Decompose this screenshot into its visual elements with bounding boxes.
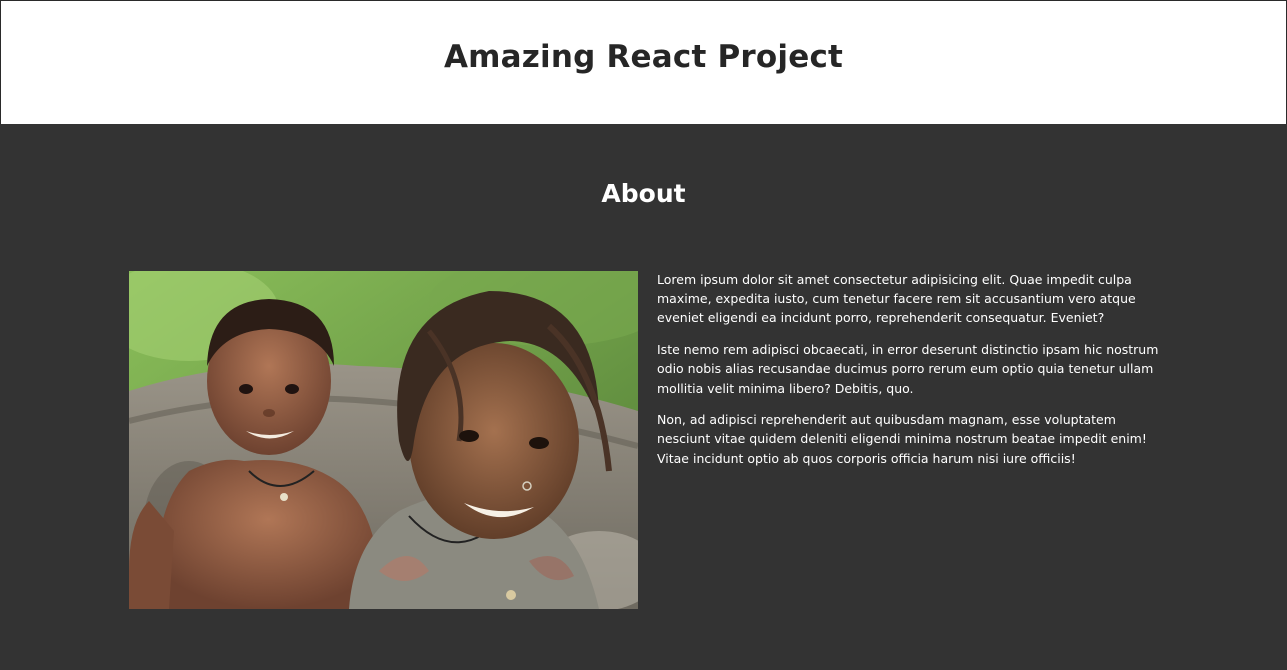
about-paragraph-3: Non, ad adipisci reprehenderit aut quibu…	[657, 412, 1147, 466]
about-heading: About	[601, 179, 686, 208]
about-paragraph-1: Lorem ipsum dolor sit amet consectetur a…	[657, 272, 1136, 326]
site-header: Amazing React Project	[0, 0, 1287, 124]
site-title: Amazing React Project	[443, 39, 844, 75]
page: Amazing React Project About Lorem ipsum …	[0, 0, 1287, 670]
about-photo	[129, 271, 638, 609]
about-paragraph-2: Iste nemo rem adipisci obcaecati, in err…	[657, 342, 1159, 396]
about-section: About Lorem ipsum dolor sit amet consect…	[0, 124, 1287, 670]
about-text: Lorem ipsum dolor sit amet consectetur a…	[657, 270, 1167, 480]
